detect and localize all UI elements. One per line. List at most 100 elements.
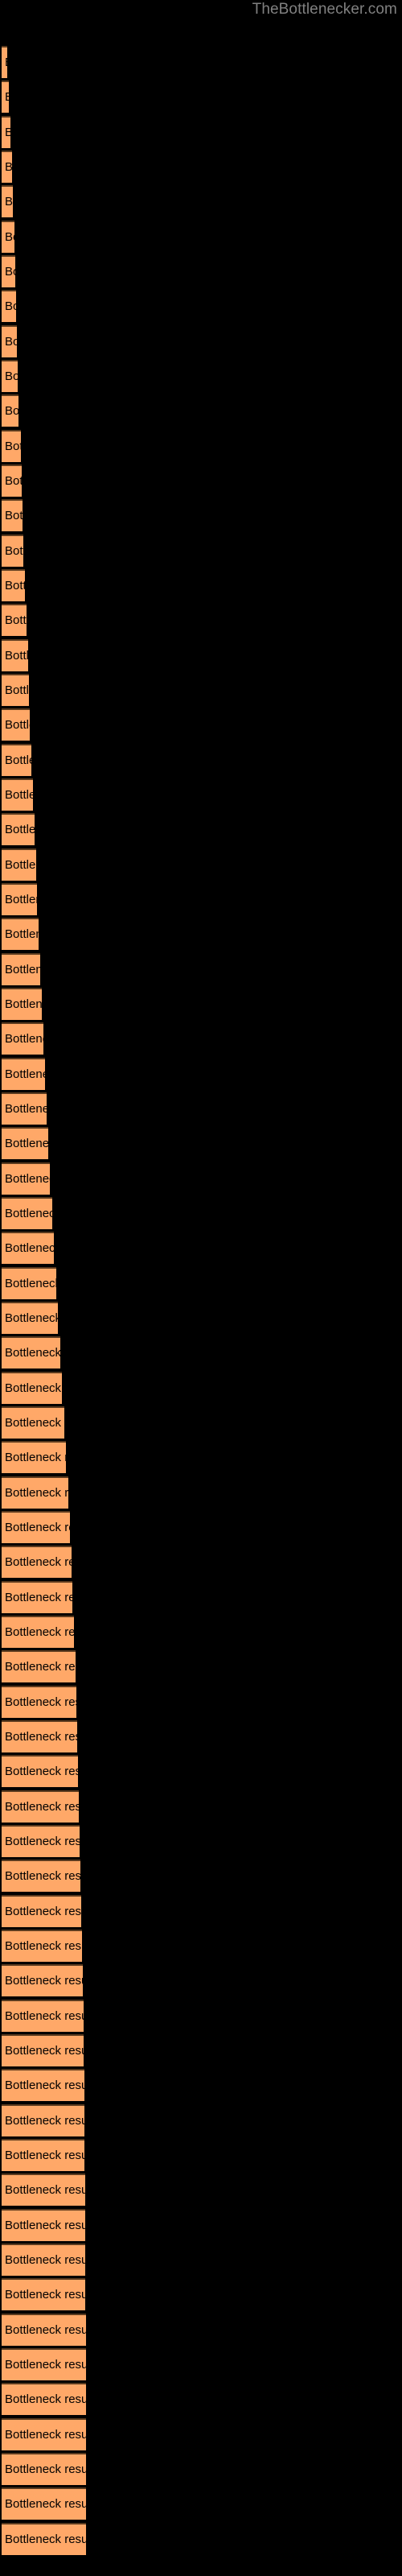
bar-row[interactable]: Bottleneck result — [2, 1964, 83, 1996]
bar-row[interactable]: Bottleneck result — [2, 1336, 60, 1368]
bar-row[interactable]: Bottleneck result — [2, 360, 18, 392]
bar-row[interactable]: Bottleneck result — [2, 674, 29, 706]
bar-row[interactable]: Bottleneck result — [2, 1162, 50, 1195]
bar-label-clip: Bottleneck result — [2, 1058, 45, 1090]
bar-label-clip: Bottleneck result — [2, 535, 23, 567]
bar-row[interactable]: Bottleneck result — [2, 325, 17, 357]
bar-row[interactable]: Bottleneck result — [2, 1790, 79, 1823]
bar-row[interactable]: Bottleneck result — [2, 1232, 54, 1264]
bar-label: Bottleneck result — [5, 823, 35, 836]
bar-label: Bottleneck result — [5, 718, 30, 732]
bar-row[interactable]: Bottleneck result — [2, 464, 22, 497]
bar-row[interactable]: Bottleneck result — [2, 778, 33, 811]
bar-row[interactable]: Bottleneck result — [2, 1650, 76, 1682]
bar-row[interactable]: Bottleneck result — [2, 2139, 84, 2171]
bar-row[interactable]: Bottleneck result — [2, 604, 27, 636]
bar-label-clip: Bottleneck result — [2, 1755, 78, 1787]
bar-label-clip: Bottleneck result — [2, 151, 12, 183]
bar-label-clip: Bottleneck result — [2, 1092, 47, 1125]
bar-row[interactable]: Bottleneck result — [2, 535, 23, 567]
bar-row[interactable]: Bottleneck result — [2, 2000, 84, 2032]
bar-row[interactable]: Bottleneck result — [2, 813, 35, 845]
bar-label: Bottleneck result — [5, 2392, 86, 2406]
bar-row[interactable]: Bottleneck result — [2, 1022, 43, 1055]
bar-row[interactable]: Bottleneck result — [2, 1372, 62, 1404]
bar-row[interactable]: Bottleneck result — [2, 1092, 47, 1125]
bar-label: Bottleneck result — [5, 613, 27, 627]
bar-row[interactable]: Bottleneck result — [2, 2104, 84, 2136]
bar-row[interactable]: Bottleneck result — [2, 2314, 86, 2346]
bar-row[interactable]: Bottleneck result — [2, 744, 31, 776]
bar-row[interactable]: Bottleneck result — [2, 883, 37, 915]
bar-label-clip: Bottleneck result — [2, 2487, 86, 2520]
bar-row[interactable]: Bottleneck result — [2, 1267, 56, 1299]
bar-row[interactable]: Bottleneck result — [2, 185, 13, 217]
bar-row[interactable]: Bottleneck result — [2, 1616, 74, 1648]
bar-label: Bottleneck result — [5, 1555, 72, 1569]
bar-row[interactable]: Bottleneck result — [2, 1511, 70, 1543]
bar-label-clip: Bottleneck result — [2, 1441, 66, 1473]
bar-row[interactable]: Bottleneck result — [2, 1930, 82, 1962]
bar-row[interactable]: Bottleneck result — [2, 221, 14, 253]
bar-row[interactable]: Bottleneck result — [2, 569, 25, 601]
bar-row[interactable]: Bottleneck result — [2, 1476, 68, 1509]
bar-label-clip: Bottleneck result — [2, 604, 27, 636]
bar-row[interactable]: Bottleneck result — [2, 708, 30, 741]
bar-label: Bottleneck result — [5, 299, 16, 313]
bar-row[interactable]: Bottleneck result — [2, 290, 16, 322]
bar-label: Bottleneck result — [5, 1974, 83, 1988]
bar-label-clip: Bottleneck result — [2, 1406, 64, 1439]
bar-row[interactable]: Bottleneck result — [2, 1825, 80, 1857]
bar-label-clip: Bottleneck result — [2, 1650, 76, 1682]
bar-row[interactable]: Bottleneck result — [2, 1546, 72, 1578]
bar-row[interactable]: Bottleneck result — [2, 2244, 85, 2276]
bar-row[interactable]: Bottleneck result — [2, 2278, 85, 2310]
bar-row[interactable]: Bottleneck result — [2, 1127, 48, 1159]
bar-row[interactable]: Bottleneck result — [2, 151, 12, 183]
bar-label: Bottleneck result — [5, 1625, 74, 1639]
bar-row[interactable]: Bottleneck result — [2, 1406, 64, 1439]
bar-row[interactable]: Bottleneck result — [2, 1895, 81, 1927]
bar-label-clip: Bottleneck result — [2, 1511, 70, 1543]
bar-row[interactable]: Bottleneck result — [2, 1581, 72, 1613]
bar-row[interactable]: Bottleneck result — [2, 2348, 86, 2380]
bar-row[interactable]: Bottleneck result — [2, 80, 9, 113]
bar-row[interactable]: Bottleneck result — [2, 1720, 77, 1752]
bar-row[interactable]: Bottleneck result — [2, 2487, 86, 2520]
bar-label: Bottleneck result — [5, 369, 18, 383]
bar-row[interactable]: Bottleneck result — [2, 2069, 84, 2101]
bar-row[interactable]: Bottleneck result — [2, 1755, 78, 1787]
bar-row[interactable]: Bottleneck result — [2, 988, 42, 1020]
bar-row[interactable]: Bottleneck result — [2, 2418, 86, 2450]
bar-row[interactable]: Bottleneck result — [2, 1686, 76, 1718]
bar-row[interactable]: Bottleneck result — [2, 2174, 85, 2206]
bar-row[interactable]: Bottleneck result — [2, 2034, 84, 2066]
bar-row[interactable]: Bottleneck result — [2, 46, 7, 78]
bar-row[interactable]: Bottleneck result — [2, 394, 18, 427]
bar-row[interactable]: Bottleneck result — [2, 2523, 86, 2555]
bar-label: Bottleneck result — [5, 404, 18, 418]
bar-label: Bottleneck result — [5, 80, 9, 113]
bar-label: Bottleneck result — [5, 2533, 86, 2546]
bar-label: Bottleneck result — [5, 1591, 72, 1604]
bar-row[interactable]: Bottleneck result — [2, 639, 28, 671]
page-root: TheBottlenecker.com Bottleneck resultBot… — [0, 0, 402, 2576]
bar-row[interactable]: Bottleneck result — [2, 1860, 80, 1892]
bar-row[interactable]: Bottleneck result — [2, 2453, 86, 2485]
bar-row[interactable]: Bottleneck result — [2, 918, 39, 950]
bar-row[interactable]: Bottleneck result — [2, 953, 40, 985]
bar-row[interactable]: Bottleneck result — [2, 2209, 85, 2241]
bar-row[interactable]: Bottleneck result — [2, 1302, 58, 1334]
bar-row[interactable]: Bottleneck result — [2, 499, 23, 531]
bar-label: Bottleneck result — [5, 963, 40, 976]
bar-row[interactable]: Bottleneck result — [2, 430, 21, 462]
bar-label: Bottleneck result — [5, 509, 23, 522]
bar-row[interactable]: Bottleneck result — [2, 2383, 86, 2415]
bar-row[interactable]: Bottleneck result — [2, 1441, 66, 1473]
bar-row[interactable]: Bottleneck result — [2, 116, 10, 148]
bar-row[interactable]: Bottleneck result — [2, 1058, 45, 1090]
bar-row[interactable]: Bottleneck result — [2, 848, 36, 881]
bar-row[interactable]: Bottleneck result — [2, 255, 15, 287]
bar-label-clip: Bottleneck result — [2, 813, 35, 845]
bar-row[interactable]: Bottleneck result — [2, 1197, 52, 1229]
